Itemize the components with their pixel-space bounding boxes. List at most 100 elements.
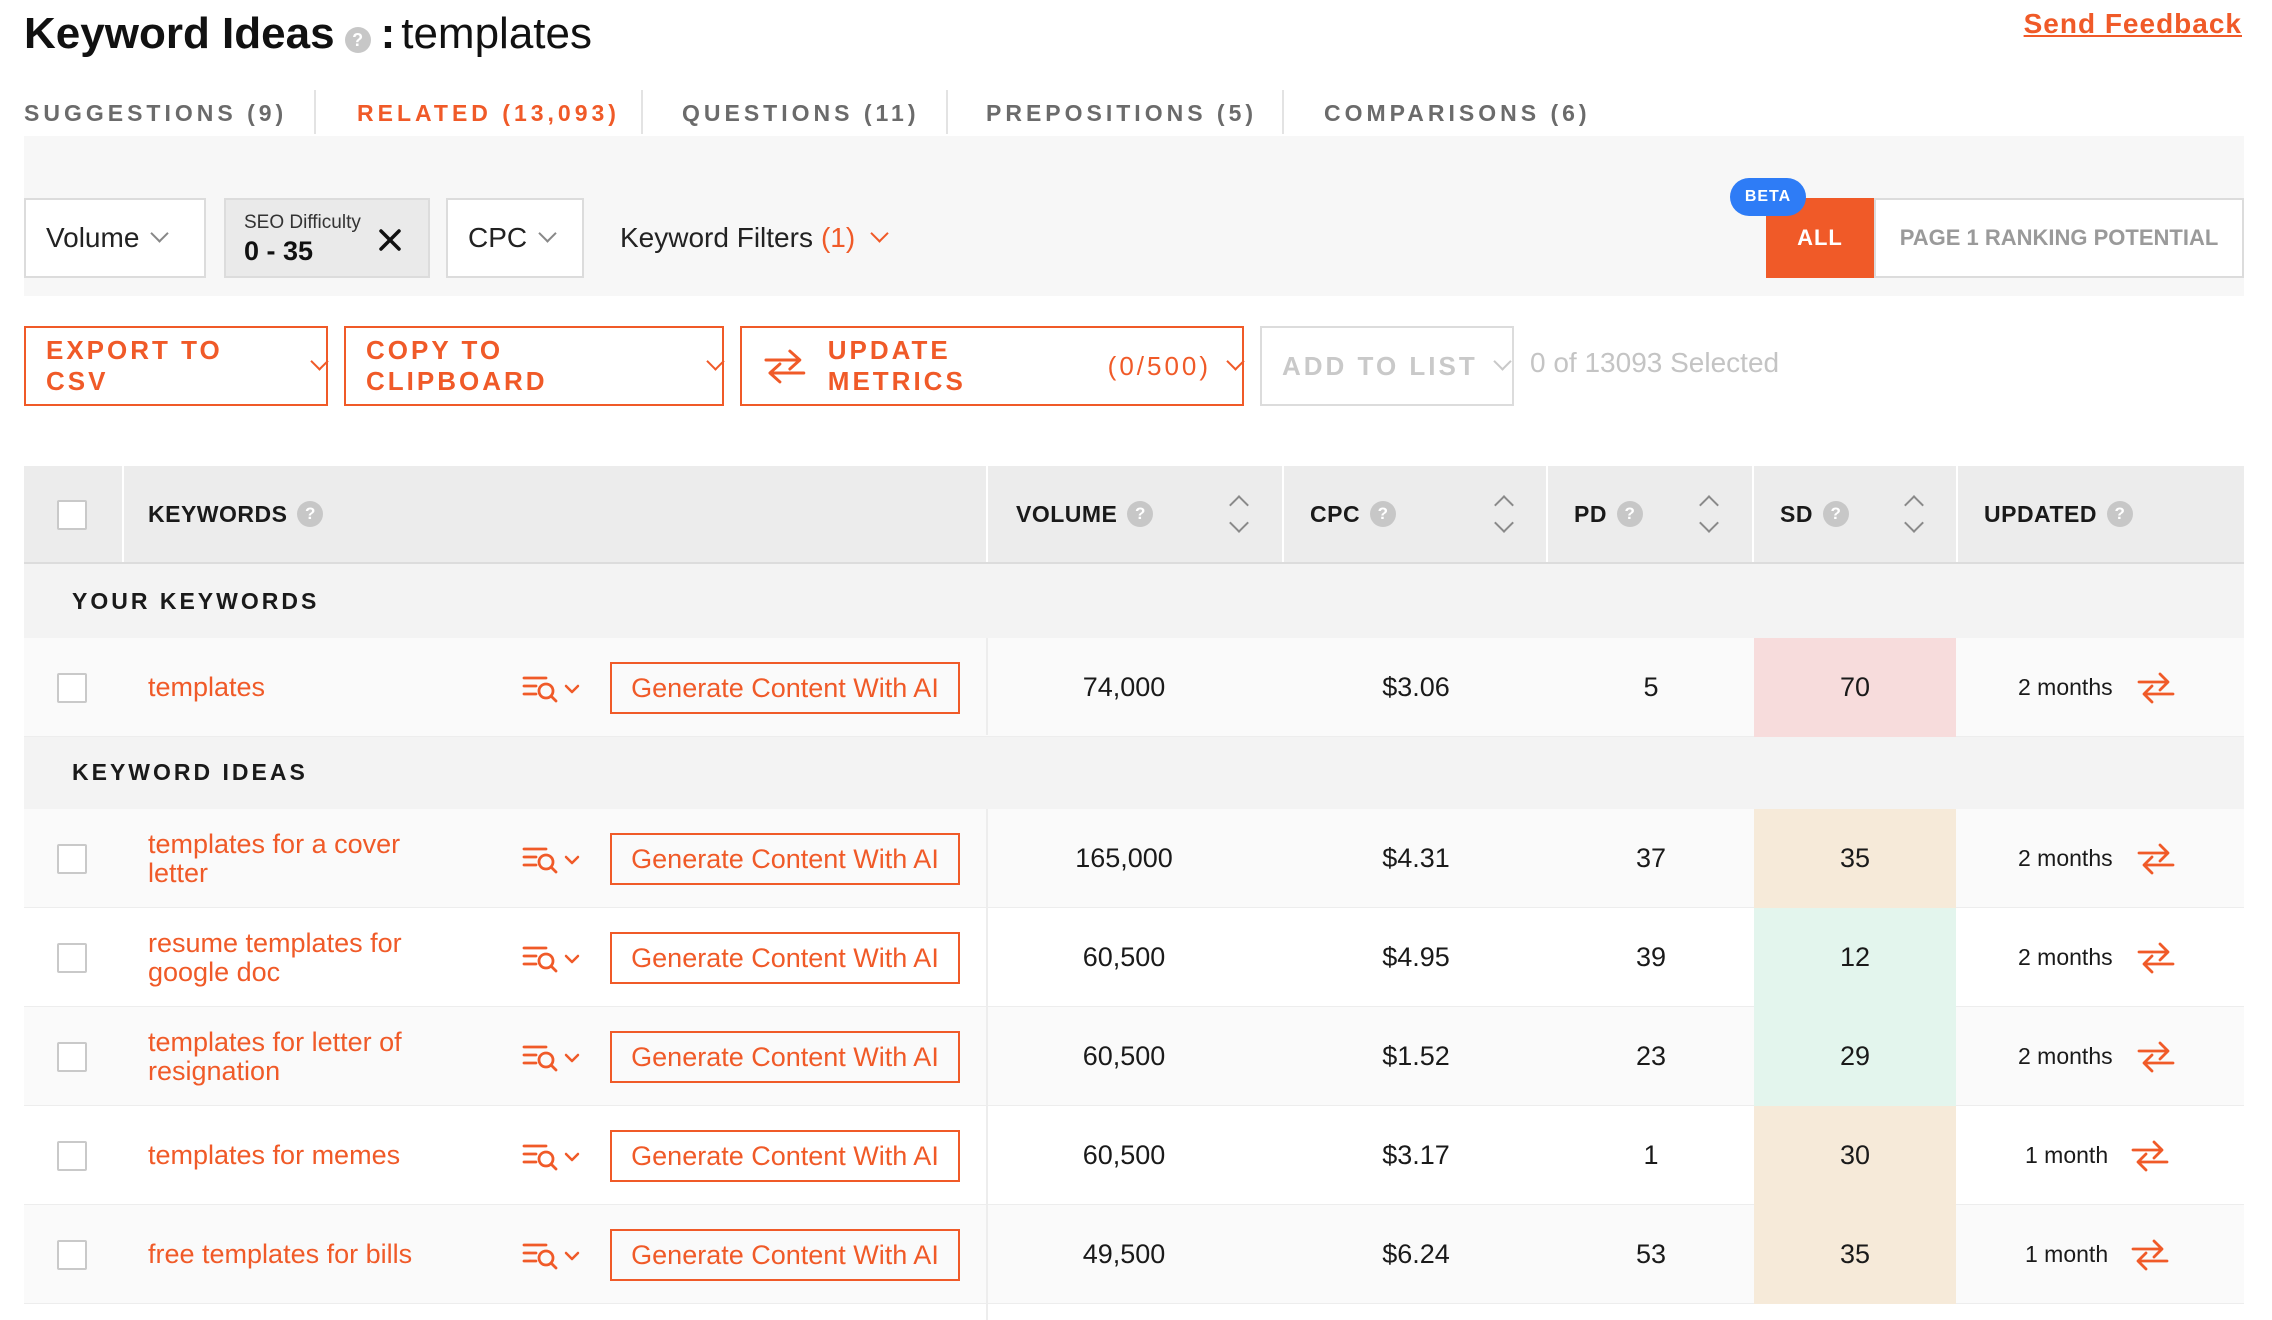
sort-volume-icon[interactable] [1224,490,1254,538]
add-to-list-button[interactable]: ADD TO LIST [1260,326,1514,406]
volume-value: 60,500 [1082,942,1166,972]
keyword-link[interactable]: templates [148,638,438,737]
table-row: templates for memes Generate Content Wit… [24,1106,2244,1205]
generate-content-button[interactable]: Generate Content With AI [610,1130,960,1182]
row-checkbox[interactable] [57,1141,87,1171]
help-icon[interactable]: ? [1616,501,1643,527]
help-icon[interactable]: ? [1127,501,1154,527]
pd-value: 23 [1635,1041,1667,1071]
column-updated: UPDATED? [1984,466,2133,562]
chevron-down-icon [150,223,170,243]
generate-content-button[interactable]: Generate Content With AI [610,662,960,714]
sd-value: 70 [1754,638,1956,737]
refresh-icon [764,349,806,384]
copy-clipboard-label: COPY TO CLIPBOARD [366,335,548,396]
keyword-filters-dropdown[interactable]: Keyword Filters (1) [620,198,889,278]
volume-value: 60,500 [1082,1041,1166,1071]
send-feedback-link[interactable]: Send Feedback [2024,8,2242,40]
chevron-down-icon [310,351,329,371]
seo-difficulty-filter[interactable]: SEO Difficulty 0 - 35 [224,198,430,278]
cpc-value: $1.52 [1382,1041,1450,1071]
column-keywords: KEYWORDS? [148,466,324,562]
sd-value: 30 [1754,1106,1956,1205]
volume-filter[interactable]: Volume [24,198,206,278]
sort-pd-icon[interactable] [1694,490,1724,538]
pd-value: 5 [1643,672,1659,702]
pd-value: 39 [1635,942,1667,972]
serp-analysis-icon[interactable] [522,673,586,703]
export-csv-button[interactable]: EXPORT TO CSV [24,326,329,406]
update-metrics-button[interactable]: UPDATE METRICS (0/500) [740,326,1245,406]
refresh-metrics-icon[interactable] [2136,670,2176,706]
add-to-list-label: ADD TO LIST [1282,350,1478,381]
row-checkbox[interactable] [57,1042,87,1072]
search-query: templates [401,9,592,58]
refresh-metrics-icon[interactable] [2136,1039,2176,1075]
updated-value: 2 months [2018,674,2113,700]
sort-sd-icon[interactable] [1899,490,1929,538]
tab-related[interactable]: RELATED (13,093) [357,86,620,140]
serp-analysis-icon[interactable] [522,943,586,973]
generate-content-button[interactable]: Generate Content With AI [610,1031,960,1083]
column-keywords-label: KEYWORDS [148,500,288,527]
updated-value: 2 months [2018,944,2113,970]
sd-value: 35 [1754,1205,1956,1304]
column-updated-label: UPDATED [1984,500,2097,527]
generate-content-button[interactable]: Generate Content With AI [610,1229,960,1281]
tab-prepositions[interactable]: PREPOSITIONS (5) [986,86,1257,140]
row-checkbox[interactable] [57,844,87,874]
help-icon[interactable]: ? [1822,501,1849,527]
table-row: resume templates for google doc Generate… [24,908,2244,1007]
tab-questions[interactable]: QUESTIONS (11) [682,86,919,140]
table-row: templates for a cover letter Generate Co… [24,809,2244,908]
column-cpc: CPC? [1310,466,1397,562]
help-icon[interactable]: ? [1370,501,1397,527]
selected-count: 0 of 13093 Selected [1530,347,1780,378]
tab-suggestions[interactable]: SUGGESTIONS (9) [24,86,287,140]
row-checkbox[interactable] [57,1240,87,1270]
cpc-value: $3.17 [1382,1140,1450,1170]
copy-clipboard-button[interactable]: COPY TO CLIPBOARD [344,326,725,406]
keyword-link[interactable]: templates for letter of resignation [148,1007,438,1106]
row-checkbox[interactable] [57,673,87,703]
keyword-link[interactable]: free templates for bills [148,1205,438,1304]
page-title-text: Keyword Ideas [24,9,335,58]
sd-value: 29 [1754,1007,1956,1106]
serp-analysis-icon[interactable] [522,1042,586,1072]
refresh-metrics-icon[interactable] [2136,841,2176,877]
chevron-down-icon [538,223,557,243]
help-icon[interactable]: ? [2106,501,2133,527]
serp-analysis-icon[interactable] [522,1141,586,1171]
refresh-metrics-icon[interactable] [2130,1237,2170,1273]
sort-cpc-icon[interactable] [1489,490,1519,538]
refresh-metrics-icon[interactable] [2136,940,2176,976]
keyword-link[interactable]: resume templates for google doc [148,908,438,1007]
row-checkbox[interactable] [57,943,87,973]
cpc-value: $6.24 [1382,1239,1450,1269]
update-metrics-label: UPDATE METRICS [827,335,966,396]
generate-content-button[interactable]: Generate Content With AI [610,833,960,885]
keyword-filters-label: Keyword Filters [620,222,813,253]
generate-content-button[interactable]: Generate Content With AI [610,932,960,984]
page-title: Keyword Ideas ? : templates [24,6,592,62]
refresh-metrics-icon[interactable] [2130,1138,2170,1174]
help-icon[interactable]: ? [344,27,371,53]
keyword-link[interactable]: templates for memes [148,1106,438,1205]
column-cpc-label: CPC [1310,500,1361,527]
close-icon[interactable] [378,228,402,252]
serp-analysis-icon[interactable] [522,844,586,874]
seo-difficulty-label: SEO Difficulty [244,212,361,233]
tab-comparisons[interactable]: COMPARISONS (6) [1324,86,1591,140]
column-sd: SD? [1780,466,1849,562]
page1-ranking-potential-button[interactable]: PAGE 1 RANKING POTENTIAL [1874,198,2244,278]
select-all-checkbox[interactable] [57,500,87,530]
sd-value: 12 [1754,908,1956,1007]
chevron-down-icon [870,223,889,243]
volume-value: 74,000 [1082,672,1166,702]
cpc-filter[interactable]: CPC [446,198,584,278]
column-pd-label: PD [1574,500,1607,527]
keyword-link[interactable]: templates for a cover letter [148,809,438,908]
beta-badge: BETA [1730,178,1806,216]
serp-analysis-icon[interactable] [522,1240,586,1270]
help-icon[interactable]: ? [297,501,324,527]
